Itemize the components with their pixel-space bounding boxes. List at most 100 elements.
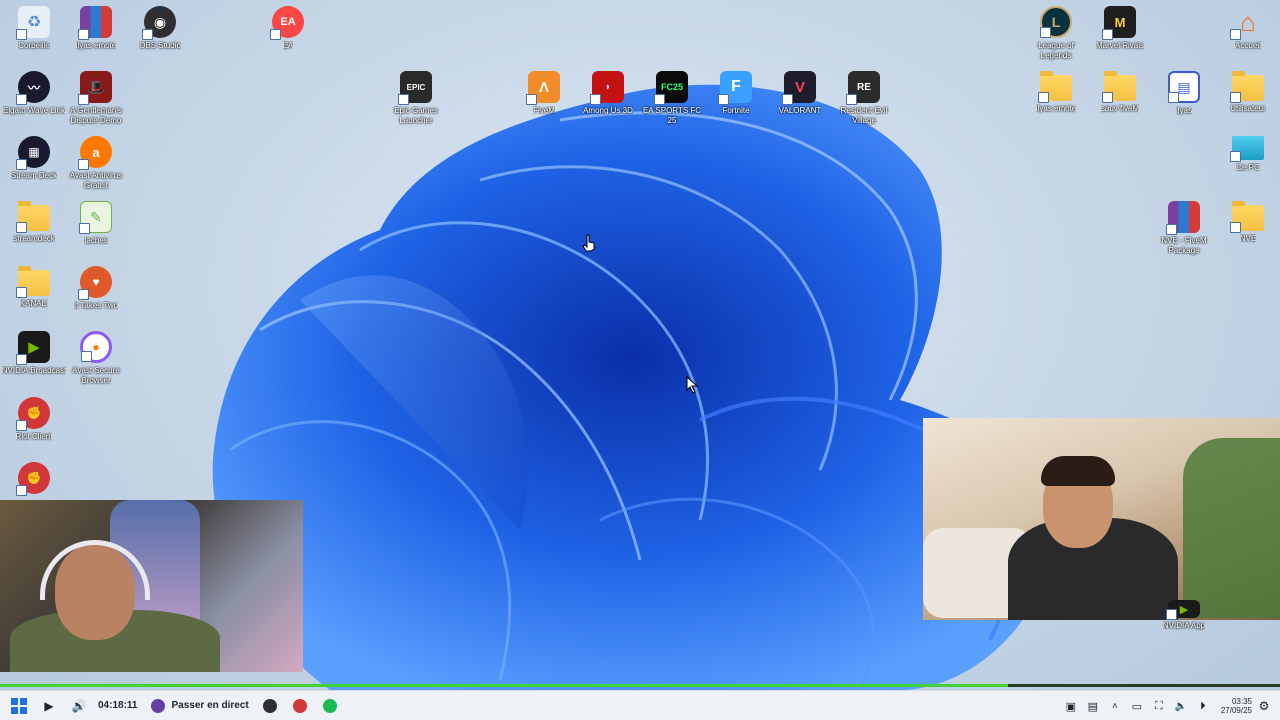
- desktop-icon-wavelink[interactable]: 〰 Elgato Wave Link: [0, 71, 68, 116]
- document-icon: ▤: [1168, 71, 1200, 103]
- notepad-icon: ✎: [79, 201, 112, 234]
- tray-app-3[interactable]: ▭: [1129, 695, 1145, 717]
- windows-logo-icon: [11, 697, 27, 714]
- recycle-bin-icon: ♻: [16, 6, 50, 40]
- monitor-icon: ▭: [1131, 700, 1143, 713]
- desktop-icon-gentleman[interactable]: 🎩 A Gentleman's Dispute Demo: [62, 71, 130, 126]
- desktop-icon-riot[interactable]: ✊ Riot Client: [0, 397, 68, 442]
- desktop-icon-epic[interactable]: EPIC Epic Games Launcher: [382, 71, 450, 126]
- clock[interactable]: 03:35 27/09/25: [1221, 697, 1252, 715]
- desktop-icon-cepc[interactable]: Ce PC: [1214, 136, 1280, 173]
- desktop-icon-nve-rar[interactable]: NVE - FiveM Package: [1150, 201, 1218, 256]
- window-icon: ▣: [1065, 700, 1077, 713]
- desktop: ♻ Corbeille ilyas emote ◉ OBS Studio EA …: [0, 0, 1280, 690]
- it-takes-two-icon: ♥: [78, 266, 112, 300]
- desktop-icon-marvel[interactable]: M Marvel Rivals: [1086, 6, 1154, 51]
- play-icon: ▶: [44, 698, 54, 713]
- desktop-icon-re-village[interactable]: RE Resident Evil Village: [830, 71, 898, 126]
- webcam-overlay-right: [923, 418, 1280, 620]
- spotify-icon: [322, 698, 337, 713]
- folder-icon: [1038, 71, 1072, 103]
- clock-date: 27/09/25: [1220, 706, 1252, 715]
- hand-cursor-icon: [582, 234, 595, 252]
- tray-app-1[interactable]: ▣: [1063, 695, 1079, 717]
- winrar-icon: [1166, 201, 1200, 235]
- desktop-icon-ittakestwo[interactable]: ♥ It Takes Two: [62, 266, 130, 311]
- desktop-icon-fivem[interactable]: Λ FiveM: [510, 71, 578, 116]
- monitor-icon: [1230, 136, 1264, 162]
- avast-icon: a: [78, 136, 112, 170]
- webcam-overlay-left: [0, 500, 303, 672]
- among-us-icon: ◗: [590, 71, 624, 105]
- plant: [1183, 438, 1280, 618]
- desktop-icon-riot-2[interactable]: ✊: [0, 462, 68, 497]
- desktop-icon-valorant[interactable]: V VALORANT: [766, 71, 834, 116]
- system-tray: ▣ ▤ ˄ ▭ ⛶ 🔈 ⏵ 03:35 27/09/25 ⚙: [1063, 691, 1272, 720]
- nvidia-icon: ▶: [1166, 600, 1200, 620]
- stream-progress-remaining: [1008, 684, 1280, 687]
- arrow-cursor-icon: [686, 376, 699, 394]
- obs-icon: [262, 698, 277, 713]
- live-app-button[interactable]: [147, 695, 169, 717]
- fc25-icon: FC25: [654, 71, 688, 105]
- desktop-icon-ilyas-emote-rar[interactable]: ilyas emote: [62, 6, 130, 51]
- hair: [1041, 456, 1115, 486]
- tray-app-4[interactable]: ⛶: [1151, 695, 1167, 717]
- tray-overflow-button[interactable]: ˄: [1107, 695, 1123, 717]
- tray-volume[interactable]: 🔈: [1173, 695, 1189, 717]
- home-icon: ⌂: [1230, 6, 1264, 40]
- tray-app-2[interactable]: ▤: [1085, 695, 1101, 717]
- riot-icon: ✊: [16, 462, 50, 496]
- epic-icon: EPIC: [398, 71, 432, 105]
- taskbar-app-spotify[interactable]: [319, 695, 341, 717]
- folder-icon: [16, 266, 50, 298]
- winrar-icon: [78, 6, 112, 40]
- desktop-icon-ea[interactable]: EA EA: [254, 6, 322, 51]
- riot-icon: ✊: [16, 397, 50, 431]
- play-button[interactable]: ▶: [38, 695, 60, 717]
- desktop-icon-kanali[interactable]: KANALI: [0, 266, 68, 309]
- desktop-icon-avast-browser[interactable]: ● Avast Secure Browser: [62, 331, 130, 386]
- desktop-icon-amongus[interactable]: ◗ Among Us 3D: [574, 71, 642, 116]
- desktop-icon-streamdeck-folder[interactable]: streamdeck: [0, 201, 68, 244]
- obs-icon: ◉: [142, 6, 176, 40]
- taskbar-app-obs[interactable]: [259, 695, 281, 717]
- start-button[interactable]: [8, 695, 30, 717]
- desktop-icon-nv-broadcast[interactable]: ▶ NVIDIA Broadcast: [0, 331, 68, 376]
- go-live-label[interactable]: Passer en direct: [171, 700, 248, 711]
- stream-progress-bar: [0, 684, 1008, 687]
- layout-icon: ▤: [1087, 700, 1099, 713]
- taskbar: ▶ 🔊 04:18:11 Passer en direct ▣ ▤ ˄ ▭ ⛶ …: [0, 690, 1280, 720]
- folder-icon: [1230, 201, 1264, 233]
- desktop-icon-ilyas-emote-folder[interactable]: ilyas emote: [1022, 71, 1090, 114]
- valorant-icon: V: [782, 71, 816, 105]
- stream-timer: 04:18:11: [98, 700, 138, 711]
- desktop-icon-obs[interactable]: ◉ OBS Studio: [126, 6, 194, 51]
- folder-icon: [16, 201, 50, 233]
- desktop-icon-corbeille[interactable]: ♻ Corbeille: [0, 6, 68, 51]
- desktop-icon-accueil[interactable]: ⌂ Accueil: [1214, 6, 1280, 51]
- desktop-icon-fc25[interactable]: FC25 EA SPORTS FC 25: [638, 71, 706, 126]
- desktop-icon-nve[interactable]: NVE: [1214, 201, 1280, 244]
- desktop-icon-fortnite[interactable]: F Fortnite: [702, 71, 770, 116]
- volume-button[interactable]: 🔊: [68, 695, 90, 717]
- desktop-icon-taches[interactable]: ✎ taches: [62, 201, 130, 246]
- desktop-icon-league[interactable]: L League of Legends: [1022, 6, 1090, 61]
- taskbar-app-record[interactable]: [289, 695, 311, 717]
- desktop-icon-sauv-fivem[interactable]: sauv fiveM: [1086, 71, 1154, 114]
- tray-media[interactable]: ⏵: [1195, 695, 1211, 717]
- fullscreen-icon: ⛶: [1155, 699, 1163, 712]
- avast-browser-icon: ●: [80, 331, 112, 363]
- clock-time: 03:35: [1231, 697, 1252, 706]
- desktop-icon-nvidia-app[interactable]: ▶ NVIDIA App: [1150, 600, 1218, 631]
- desktop-icon-streamdeck[interactable]: ▦ Stream Deck: [0, 136, 68, 181]
- settings-button[interactable]: ⚙: [1256, 695, 1272, 717]
- gear-icon: ⚙: [1258, 699, 1270, 713]
- desktop-icon-utilisateur[interactable]: Utilisateur: [1214, 71, 1280, 114]
- folder-icon: [1230, 71, 1264, 103]
- desktop-icon-avast-av[interactable]: a Avast Antivirus Gratuit: [62, 136, 130, 191]
- folder-icon: [1102, 71, 1136, 103]
- wave-link-icon: 〰: [16, 71, 50, 105]
- desktop-icon-ilyas-doc[interactable]: ▤ ilyas: [1150, 71, 1218, 116]
- speaker-icon: 🔊: [71, 698, 87, 713]
